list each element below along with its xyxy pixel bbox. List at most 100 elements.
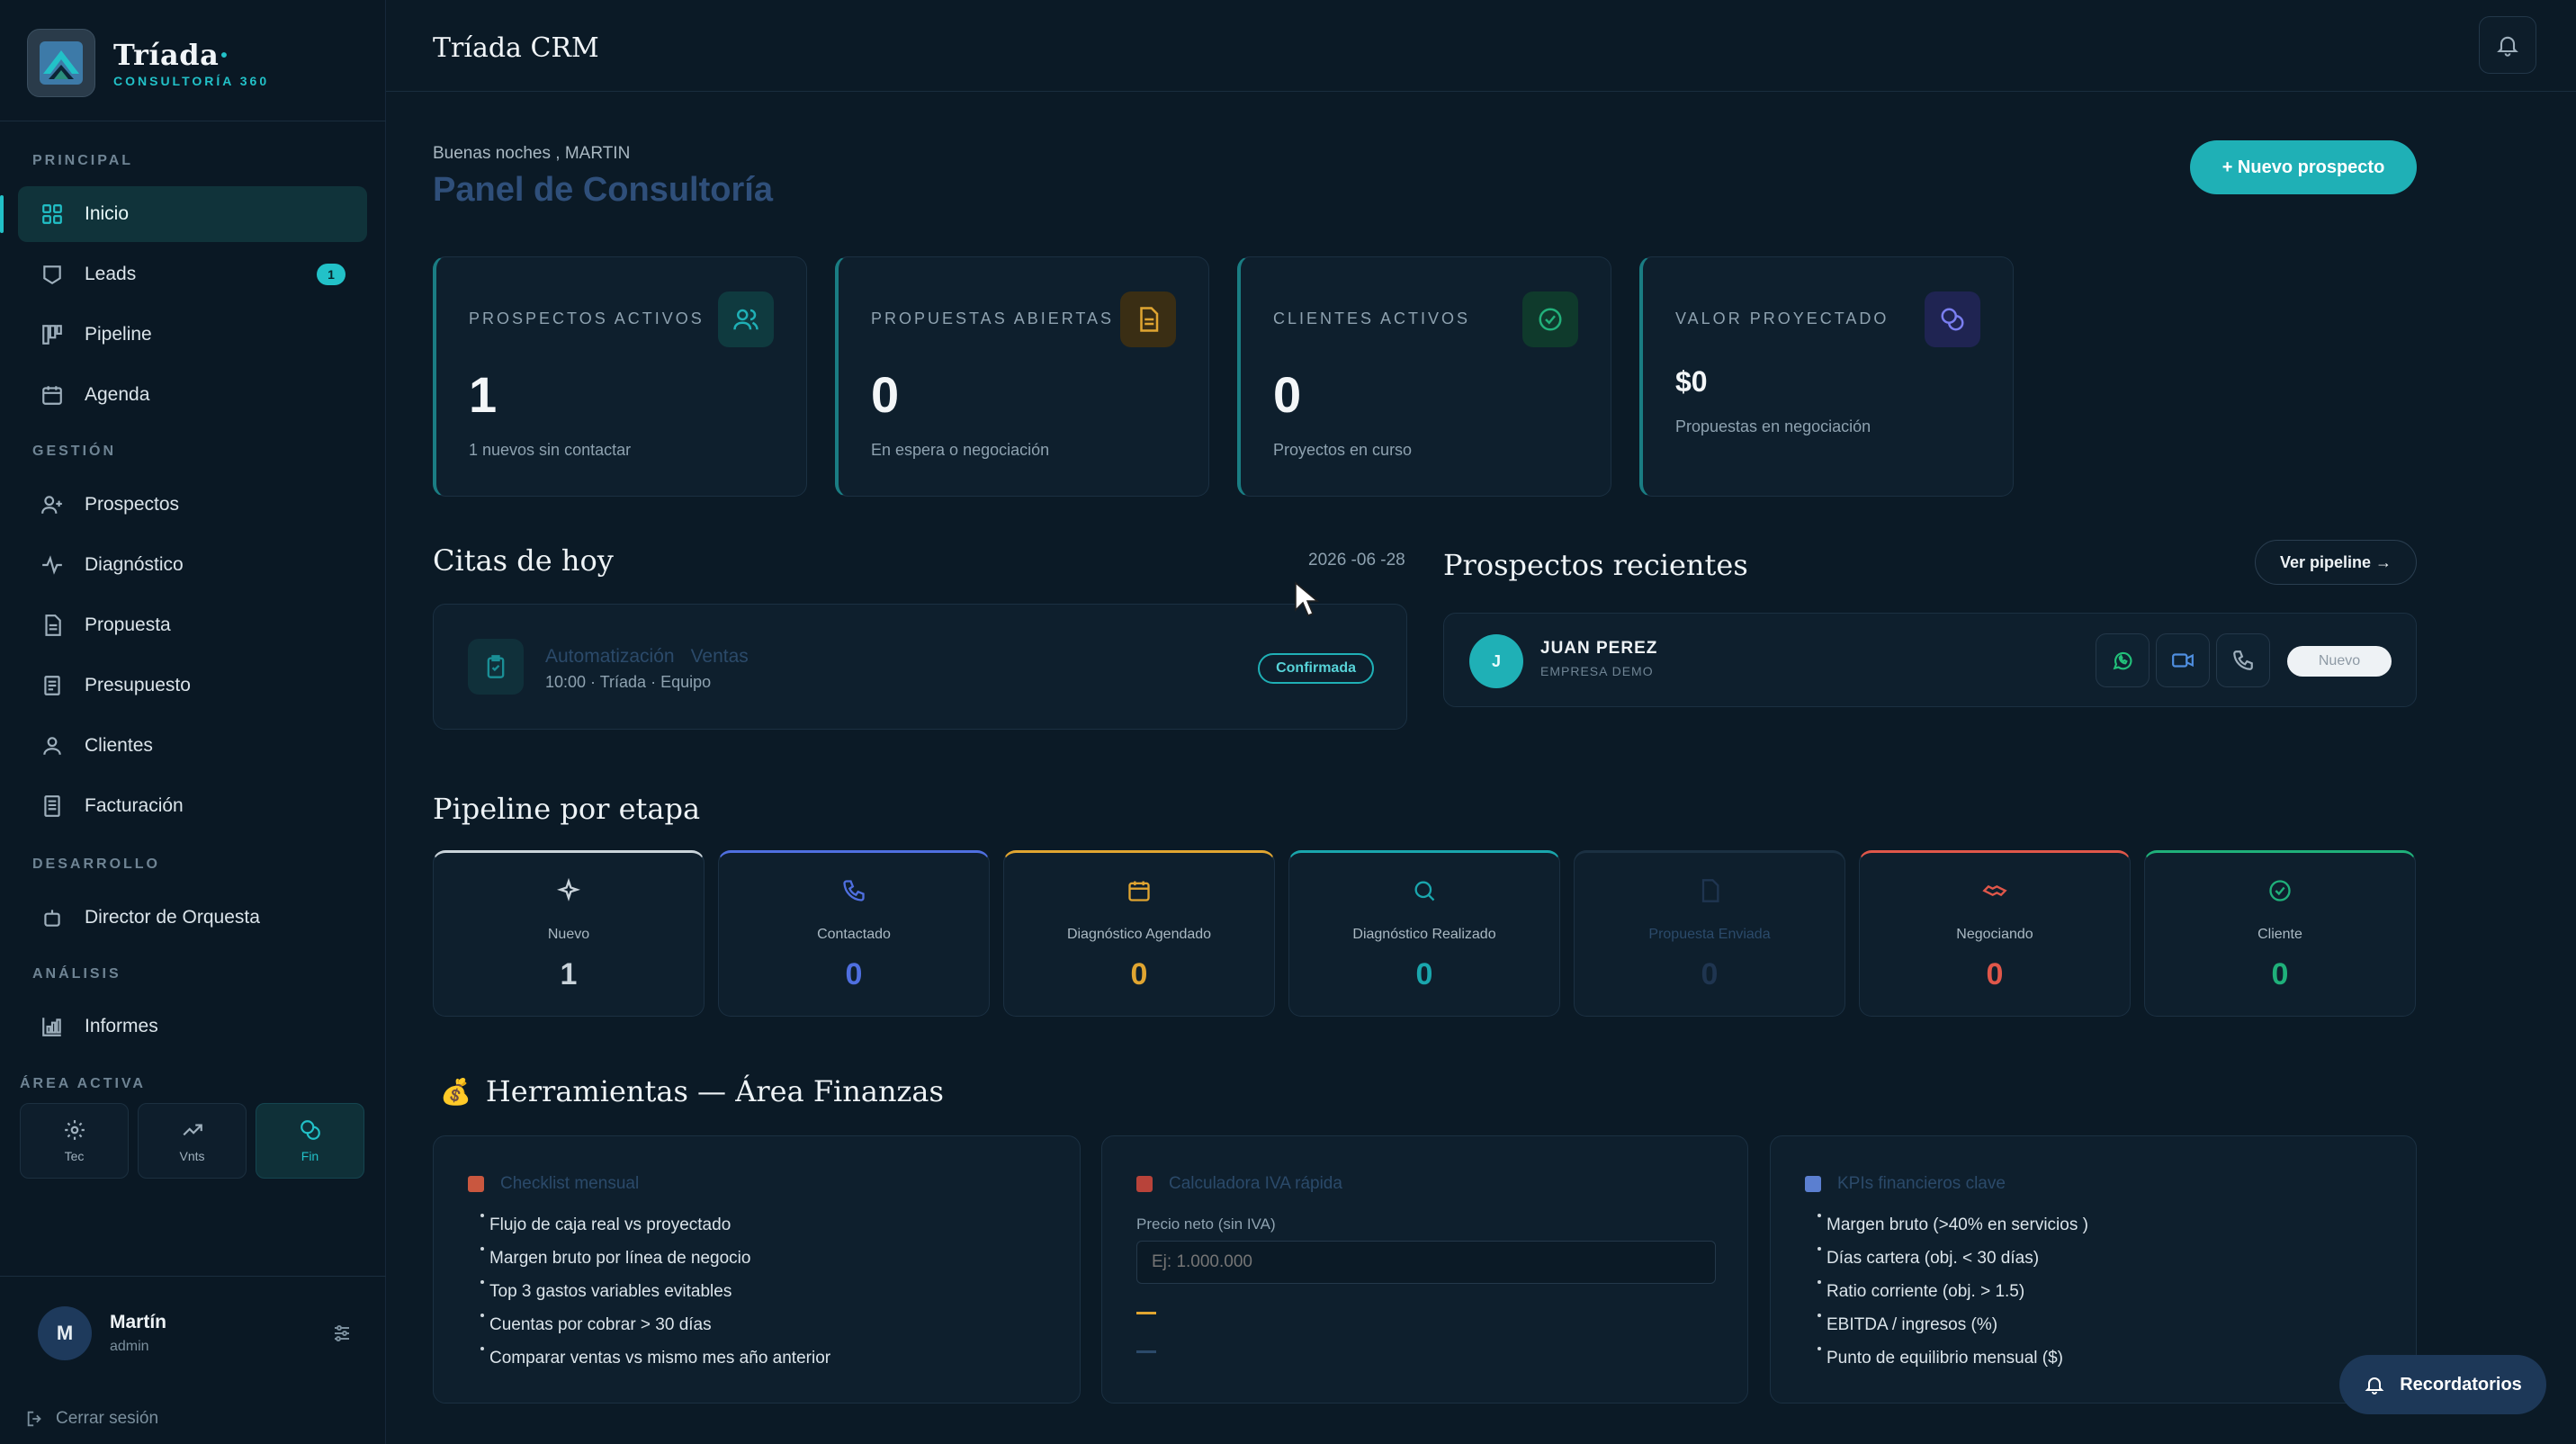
whatsapp-button[interactable]	[2096, 633, 2150, 687]
notifications-button[interactable]	[2479, 16, 2536, 74]
logout-link[interactable]: Cerrar sesión	[25, 1409, 158, 1429]
inbox-icon	[40, 262, 65, 287]
sliders-icon[interactable]	[331, 1323, 353, 1349]
area-tile-fin[interactable]: Fin	[256, 1103, 364, 1179]
sidebar-item-propuesta[interactable]: Propuesta	[18, 597, 367, 653]
users-icon	[718, 291, 774, 347]
checklist-list: Flujo de caja real vs proyectado Margen …	[480, 1214, 830, 1382]
sidebar-item-prospectos[interactable]: Prospectos	[18, 477, 367, 533]
sidebar-item-label: Inicio	[85, 203, 130, 224]
bell-icon	[2497, 36, 2518, 57]
appointment-service: Automatización	[545, 646, 675, 667]
gear-icon	[64, 1120, 85, 1140]
checklist-title: Checklist mensual	[500, 1174, 640, 1193]
status-badge: Confirmada	[1258, 653, 1374, 684]
search-icon	[1414, 881, 1435, 901]
citas-date: 2026 -06 -28	[1308, 551, 1405, 570]
sidebar-item-director[interactable]: Director de Orquesta	[18, 890, 367, 946]
whatsapp-icon	[2113, 651, 2132, 670]
stage-card-cliente[interactable]: Cliente 0	[2144, 850, 2416, 1017]
robot-icon	[40, 905, 65, 930]
handshake-icon	[1982, 884, 2007, 897]
document-icon	[1701, 879, 1719, 902]
view-pipeline-button[interactable]: Ver pipeline →	[2255, 540, 2417, 585]
list-item: Comparar ventas vs mismo mes año anterio…	[480, 1347, 830, 1382]
call-button[interactable]	[2216, 633, 2270, 687]
stage-count: 0	[1130, 957, 1148, 991]
net-price-input[interactable]	[1136, 1241, 1716, 1284]
sidebar-item-informes[interactable]: Informes	[18, 999, 367, 1054]
user-name: Martín	[110, 1312, 166, 1332]
reminders-button[interactable]: Recordatorios	[2339, 1355, 2546, 1414]
coins-icon	[300, 1120, 320, 1140]
kpi-sub: En espera o negociación	[871, 441, 1050, 459]
area-tile-label: Tec	[64, 1149, 85, 1163]
tools-title-text: Herramientas — Área Finanzas	[485, 1074, 944, 1108]
citas-title: Citas de hoy	[433, 543, 614, 578]
kpi-value: 0	[871, 366, 900, 423]
avatar: M	[38, 1306, 92, 1360]
sidebar-item-label: Facturación	[85, 795, 184, 816]
sparkle-icon	[556, 878, 581, 901]
video-icon	[2172, 653, 2194, 668]
section-label-desarrollo: DESARROLLO	[32, 857, 160, 872]
prospect-row[interactable]: J JUAN PEREZ EMPRESA DEMO Nuevo	[1443, 613, 2417, 707]
stage-card-nuevo[interactable]: Nuevo 1	[433, 850, 705, 1017]
prospect-name: JUAN PEREZ	[1540, 639, 1658, 658]
kpi-label: VALOR PROYECTADO	[1675, 309, 1889, 327]
sidebar-item-presupuesto[interactable]: Presupuesto	[18, 658, 367, 713]
top-bar: Tríada CRM	[386, 0, 2576, 92]
sidebar-item-facturacion[interactable]: Facturación	[18, 778, 367, 834]
stage-card-diagnostico-agendado[interactable]: Diagnóstico Agendado 0	[1003, 850, 1275, 1017]
video-call-button[interactable]	[2156, 633, 2210, 687]
kpis-list: Margen bruto (>40% en servicios ) Días c…	[1818, 1214, 2088, 1382]
money-bag-icon: 💰	[440, 1076, 471, 1107]
stage-name: Negociando	[1956, 927, 2033, 942]
sidebar-item-inicio[interactable]: Inicio	[0, 186, 367, 242]
area-tile-vnts[interactable]: Vnts	[138, 1103, 247, 1179]
sidebar-item-pipeline[interactable]: Pipeline	[18, 307, 367, 363]
kpis-title: KPIs financieros clave	[1837, 1174, 2006, 1193]
list-item: Top 3 gastos variables evitables	[480, 1280, 830, 1315]
area-label: ÁREA ACTIVA	[20, 1076, 146, 1091]
user-profile[interactable]: M Martín admin	[38, 1306, 353, 1360]
dashboard-icon	[40, 202, 65, 227]
trend-up-icon	[182, 1124, 202, 1136]
document-icon	[1120, 291, 1176, 347]
appointment-card[interactable]: Automatización Ventas 10:00 · Tríada · Eq…	[433, 604, 1407, 730]
sidebar-item-clientes[interactable]: Clientes	[18, 718, 367, 774]
brand-dot: ·	[219, 38, 229, 72]
phone-icon	[2233, 650, 2253, 670]
area-selector: Tec Vnts Fin	[20, 1103, 364, 1179]
area-tile-label: Fin	[301, 1149, 319, 1163]
new-prospect-button[interactable]: + Nuevo prospecto	[2190, 140, 2417, 194]
recientes-title: Prospectos recientes	[1443, 548, 1748, 582]
sidebar-item-label: Diagnóstico	[85, 554, 184, 575]
iva-result-line	[1136, 1312, 1156, 1314]
logout-label: Cerrar sesión	[56, 1409, 159, 1428]
kanban-icon	[40, 322, 65, 347]
pipeline-title: Pipeline por etapa	[433, 792, 701, 826]
stage-name: Cliente	[2257, 927, 2302, 942]
sidebar-item-agenda[interactable]: Agenda	[18, 367, 367, 423]
pulse-icon	[40, 552, 65, 578]
stage-card-diagnostico-realizado[interactable]: Diagnóstico Realizado 0	[1288, 850, 1560, 1017]
sidebar-item-diagnostico[interactable]: Diagnóstico	[18, 537, 367, 593]
user-role: admin	[110, 1339, 149, 1354]
area-tile-tec[interactable]: Tec	[20, 1103, 129, 1179]
sidebar-item-leads[interactable]: Leads 1	[18, 247, 367, 302]
phone-icon	[843, 880, 865, 901]
stage-card-propuesta-enviada[interactable]: Propuesta Enviada 0	[1574, 850, 1845, 1017]
stage-name: Contactado	[817, 927, 891, 942]
list-item: Punto de equilibrio mensual ($)	[1818, 1347, 2088, 1382]
list-item: EBITDA / ingresos (%)	[1818, 1314, 2088, 1349]
status-select[interactable]: Nuevo	[2287, 646, 2392, 677]
kpi-card-propuestas: PROPUESTAS ABIERTAS 0 En espera o negoci…	[835, 256, 1209, 497]
stage-card-contactado[interactable]: Contactado 0	[718, 850, 990, 1017]
brand[interactable]: Tríada· CONSULTORÍA 360	[27, 29, 269, 97]
sidebar-item-label: Presupuesto	[85, 675, 191, 695]
sidebar: Tríada· CONSULTORÍA 360 PRINCIPAL Inicio…	[0, 0, 386, 1444]
kpi-sub: 1 nuevos sin contactar	[469, 441, 632, 459]
stage-card-negociando[interactable]: Negociando 0	[1859, 850, 2131, 1017]
brand-logo	[27, 29, 95, 97]
